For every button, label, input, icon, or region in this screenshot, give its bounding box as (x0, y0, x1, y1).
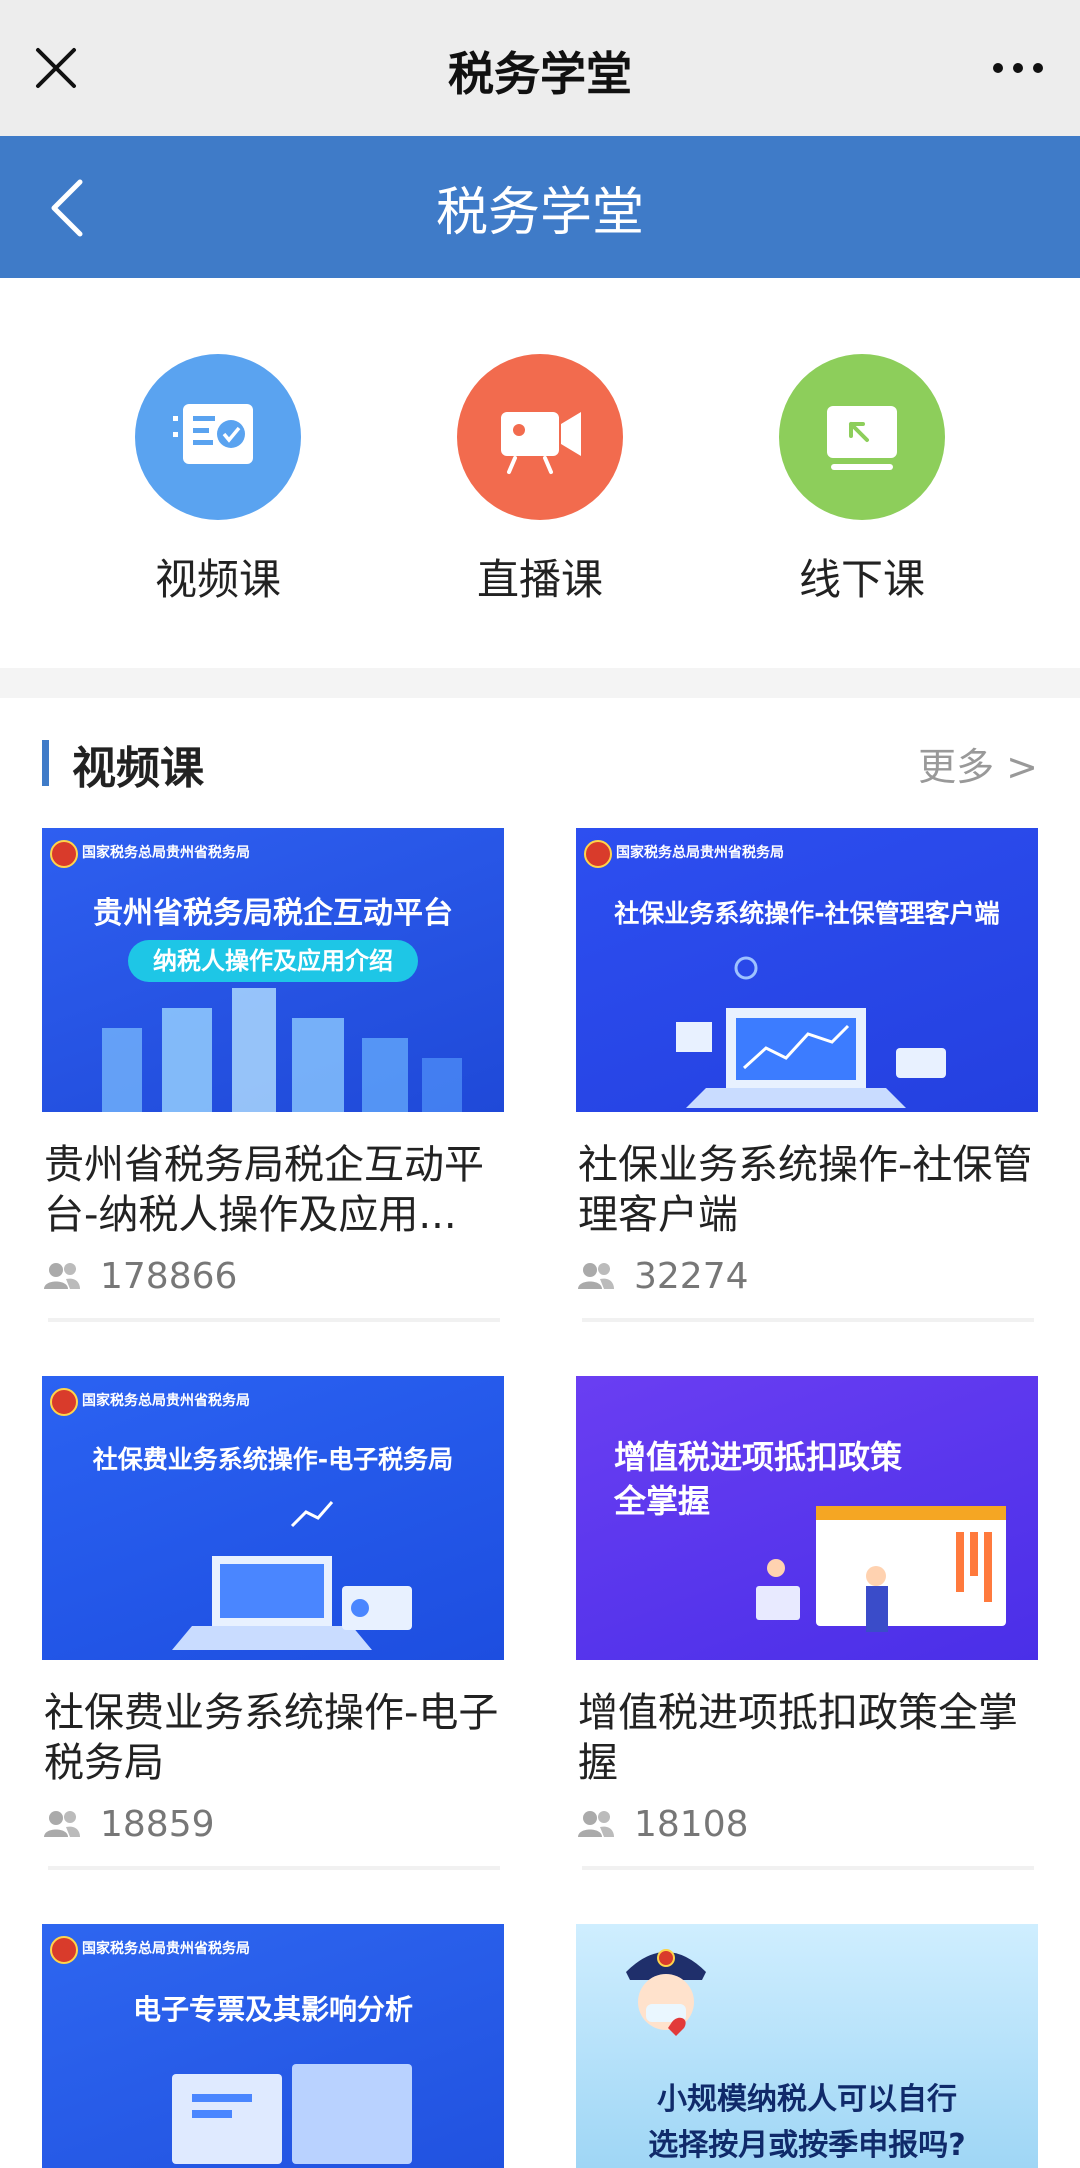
thumb-illustration (172, 1501, 412, 1650)
section-title: 视频课 (72, 743, 204, 794)
thumb-illustration (756, 1506, 1006, 1632)
users-icon (578, 1263, 614, 1289)
category-video-course[interactable]: 视频课 (108, 354, 328, 614)
card-separator (582, 1318, 1034, 1322)
category-offline-course[interactable]: 线下课 (752, 354, 972, 614)
card-separator (582, 1866, 1034, 1870)
course-thumbnail: 小规模纳税人可以自行 选择按月或按季申报吗? (576, 1924, 1038, 2168)
course-card[interactable]: 国家税务总局贵州省税务局 贵州省税务局税企互动平台 纳税人操作及应用介绍 贵州省… (42, 828, 506, 1322)
users-icon (578, 1811, 614, 1837)
category-label: 视频课 (154, 555, 281, 604)
users-icon (44, 1263, 80, 1289)
app-header: 税务学堂 (0, 136, 1080, 278)
course-title: 社保业务系统操作-社保管理客户端 (578, 1142, 1033, 1238)
category-live-course[interactable]: 直播课 (430, 354, 650, 614)
wechat-title-bar: 税务学堂 (0, 0, 1080, 136)
course-card[interactable]: 国家税务总局贵州省税务局 电子专票及其影响分析 (42, 1924, 506, 2168)
course-thumbnail: 国家税务总局贵州省税务局 贵州省税务局税企互动平台 纳税人操作及应用介绍 (42, 828, 504, 1112)
course-thumbnail: 国家税务总局贵州省税务局 电子专票及其影响分析 (42, 1924, 504, 2168)
tax-emblem-icon (50, 1388, 78, 1416)
view-count: 32274 (576, 1250, 1040, 1302)
section-divider (0, 668, 1080, 698)
screen-arrow-icon (779, 354, 945, 520)
course-card[interactable]: 国家税务总局贵州省税务局 社保业务系统操作-社保管理客户端 社保业务系统操作-社… (576, 828, 1040, 1322)
view-count-value: 32274 (634, 1255, 749, 1297)
thumb-illustration (676, 956, 946, 1108)
section-accent-bar (42, 740, 49, 786)
card-separator (48, 1866, 500, 1870)
more-link[interactable]: 更多 > (918, 736, 1038, 791)
course-thumbnail: 国家税务总局贵州省税务局 社保业务系统操作-社保管理客户端 (576, 828, 1038, 1112)
view-count-value: 178866 (100, 1255, 238, 1297)
wechat-title: 税务学堂 (448, 47, 632, 101)
view-count: 178866 (42, 1250, 506, 1302)
section-header: 视频课 更多 > (0, 698, 1080, 826)
thumb-headline: 贵州省税务局税企互动平台 (93, 896, 453, 931)
more-icon[interactable] (992, 56, 1044, 80)
thumb-subtitle: 纳税人操作及应用介绍 (128, 940, 418, 982)
category-row: 视频课 直播课 线下课 (0, 278, 1080, 668)
thumb-org: 国家税务总局贵州省税务局 (82, 1941, 250, 1957)
thumb-org: 国家税务总局贵州省税务局 (82, 1393, 250, 1409)
thumb-org: 国家税务总局贵州省税务局 (616, 845, 784, 861)
category-label: 直播课 (476, 555, 603, 604)
tax-officer-avatar-icon (626, 1949, 706, 2036)
course-thumbnail: 国家税务总局贵州省税务局 社保费业务系统操作-电子税务局 (42, 1376, 504, 1660)
course-thumbnail: 增值税进项抵扣政策 全掌握 (576, 1376, 1038, 1660)
thumb-headline: 增值税进项抵扣政策 (614, 1438, 903, 1476)
thumb-headline: 社保费业务系统操作-电子税务局 (92, 1445, 454, 1474)
course-title: 增值税进项抵扣政策全掌握 (578, 1690, 1018, 1786)
thumb-headline-line2: 选择按月或按季申报吗? (648, 2128, 966, 2163)
view-count: 18108 (576, 1798, 1040, 1850)
category-label: 线下课 (798, 555, 925, 604)
tax-emblem-icon (584, 840, 612, 868)
page-title: 税务学堂 (435, 183, 644, 243)
course-card[interactable]: 小规模纳税人可以自行 选择按月或按季申报吗? (576, 1924, 1040, 2168)
thumb-illustration (102, 988, 462, 1112)
tax-emblem-icon (50, 1936, 78, 1964)
thumb-illustration (172, 2064, 412, 2164)
thumb-headline: 小规模纳税人可以自行 (657, 2082, 957, 2117)
thumb-headline: 社保业务系统操作-社保管理客户端 (614, 899, 1000, 928)
thumb-org: 国家税务总局贵州省税务局 (82, 845, 250, 861)
course-card[interactable]: 国家税务总局贵州省税务局 社保费业务系统操作-电子税务局 社保费业务系统操作-电… (42, 1376, 506, 1870)
video-camera-icon (457, 354, 623, 520)
view-count-value: 18108 (634, 1803, 749, 1845)
thumb-headline: 电子专票及其影响分析 (132, 1993, 413, 2026)
view-count: 18859 (42, 1798, 506, 1850)
tax-emblem-icon (50, 840, 78, 868)
users-icon (44, 1811, 80, 1837)
course-card[interactable]: 增值税进项抵扣政策 全掌握 增值税进项抵扣政策全掌握 18108 (576, 1376, 1040, 1870)
course-title: 社保费业务系统操作-电子税务局 (44, 1690, 499, 1786)
checklist-icon (135, 354, 301, 520)
view-count-value: 18859 (100, 1803, 215, 1845)
card-separator (48, 1318, 500, 1322)
course-title: 贵州省税务局税企互动平台-纳税人操作及应用... (44, 1142, 484, 1238)
